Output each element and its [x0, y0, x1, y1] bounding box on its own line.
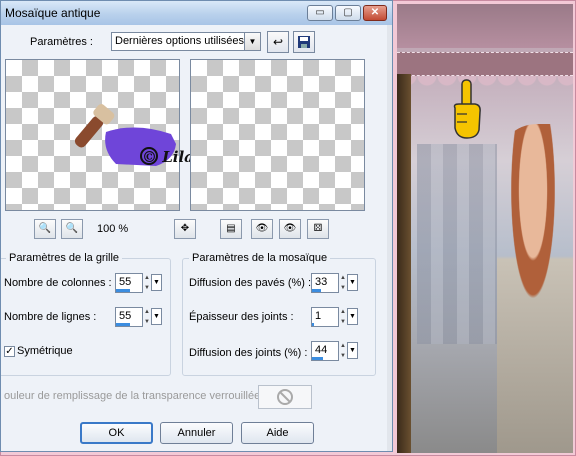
joint-diffusion-spinner[interactable]: 44 ▲ ▼ ▼	[311, 341, 358, 361]
maximize-button[interactable]: ▢	[335, 5, 361, 21]
minimize-button[interactable]: ▭	[307, 5, 333, 21]
tile-diffusion-spinner[interactable]: 33 ▲ ▼ ▼	[311, 273, 358, 293]
spin-arrows-icon[interactable]: ▲ ▼	[339, 307, 347, 327]
preset-select[interactable]: Dernières options utilisées ▼	[111, 32, 261, 51]
randomize-dice-icon[interactable]: ⚄	[307, 219, 329, 239]
tile-diffusion-slider-bar	[312, 289, 321, 292]
artwork-top-band	[397, 4, 573, 48]
pointing-hand-icon	[453, 79, 481, 139]
chevron-down-icon[interactable]: ▼	[347, 342, 358, 359]
cancel-button[interactable]: Annuler	[160, 422, 233, 444]
params-label: Paramètres :	[30, 36, 93, 48]
mosaic-dialog: Mosaïque antique ▭ ▢ ✕ Paramètres : Dern…	[0, 0, 393, 452]
close-button[interactable]: ✕	[363, 5, 387, 21]
artwork-figure	[497, 124, 573, 453]
zoom-out-icon[interactable]: 🔍	[34, 219, 56, 239]
spin-arrows-icon[interactable]: ▲ ▼	[339, 341, 347, 361]
preset-value: Dernières options utilisées	[115, 35, 245, 47]
joint-diffusion-label: Diffusion des joints (%) :	[189, 347, 308, 359]
fill-color-swatch[interactable]	[258, 385, 312, 409]
rows-label: Nombre de lignes :	[4, 311, 97, 323]
save-preset-icon[interactable]	[293, 31, 315, 53]
columns-slider-bar	[116, 289, 130, 292]
symmetric-label: Symétrique	[17, 345, 73, 357]
artwork-lace-edge	[397, 76, 573, 98]
joint-thickness-spinner[interactable]: 1 ▲ ▼ ▼	[311, 307, 358, 327]
artwork-frame-edge	[397, 74, 411, 453]
columns-spinner[interactable]: 55 ▲ ▼ ▼	[115, 273, 162, 293]
chevron-down-icon[interactable]: ▼	[151, 274, 162, 291]
chevron-down-icon: ▼	[244, 33, 260, 50]
dialog-edge	[387, 25, 392, 451]
spin-arrows-icon[interactable]: ▲ ▼	[143, 273, 151, 293]
joint-diffusion-slider-bar	[312, 357, 323, 360]
background-artwork	[397, 4, 573, 453]
spin-arrows-icon[interactable]: ▲ ▼	[339, 273, 347, 293]
zoom-in-icon[interactable]: 🔍	[61, 219, 83, 239]
ok-button[interactable]: OK	[80, 422, 153, 444]
proof-icon[interactable]: 👁	[279, 219, 301, 239]
artwork-ribbon	[397, 52, 573, 76]
spin-arrows-icon[interactable]: ▲ ▼	[143, 307, 151, 327]
no-color-icon	[277, 389, 293, 405]
fill-color-label: ouleur de remplissage de la transparence…	[4, 390, 267, 402]
window-title: Mosaïque antique	[5, 6, 101, 20]
chevron-down-icon[interactable]: ▼	[347, 274, 358, 291]
result-preview[interactable]	[190, 59, 365, 211]
preview-toggle-icon[interactable]: ▤	[220, 219, 242, 239]
joint-thickness-value[interactable]: 1	[311, 307, 339, 327]
chevron-down-icon[interactable]: ▼	[347, 308, 358, 325]
rows-slider-bar	[116, 323, 130, 326]
zoom-level: 100 %	[97, 223, 129, 235]
grid-settings-title: Paramètres de la grille	[6, 252, 123, 264]
columns-label: Nombre de colonnes :	[4, 277, 112, 289]
artwork-columns	[417, 144, 497, 344]
tile-diffusion-label: Diffusion des pavés (%) :	[189, 277, 312, 289]
rows-spinner[interactable]: 55 ▲ ▼ ▼	[115, 307, 162, 327]
joint-thickness-label: Épaisseur des joints :	[189, 311, 294, 323]
mosaic-settings-title: Paramètres de la mosaïque	[189, 252, 331, 264]
chevron-down-icon[interactable]: ▼	[151, 308, 162, 325]
title-bar[interactable]: Mosaïque antique ▭ ▢ ✕	[1, 1, 392, 25]
auto-proof-icon[interactable]: 👁	[251, 219, 273, 239]
joint-thickness-slider-bar	[312, 323, 314, 326]
help-button[interactable]: Aide	[241, 422, 314, 444]
symmetric-checkbox[interactable]: ✓	[4, 346, 15, 357]
pan-icon[interactable]: ✥	[174, 219, 196, 239]
source-preview[interactable]: © Lila	[5, 59, 194, 211]
watermark-text: © Lila	[142, 148, 194, 166]
reset-icon[interactable]: ↩	[267, 31, 289, 53]
